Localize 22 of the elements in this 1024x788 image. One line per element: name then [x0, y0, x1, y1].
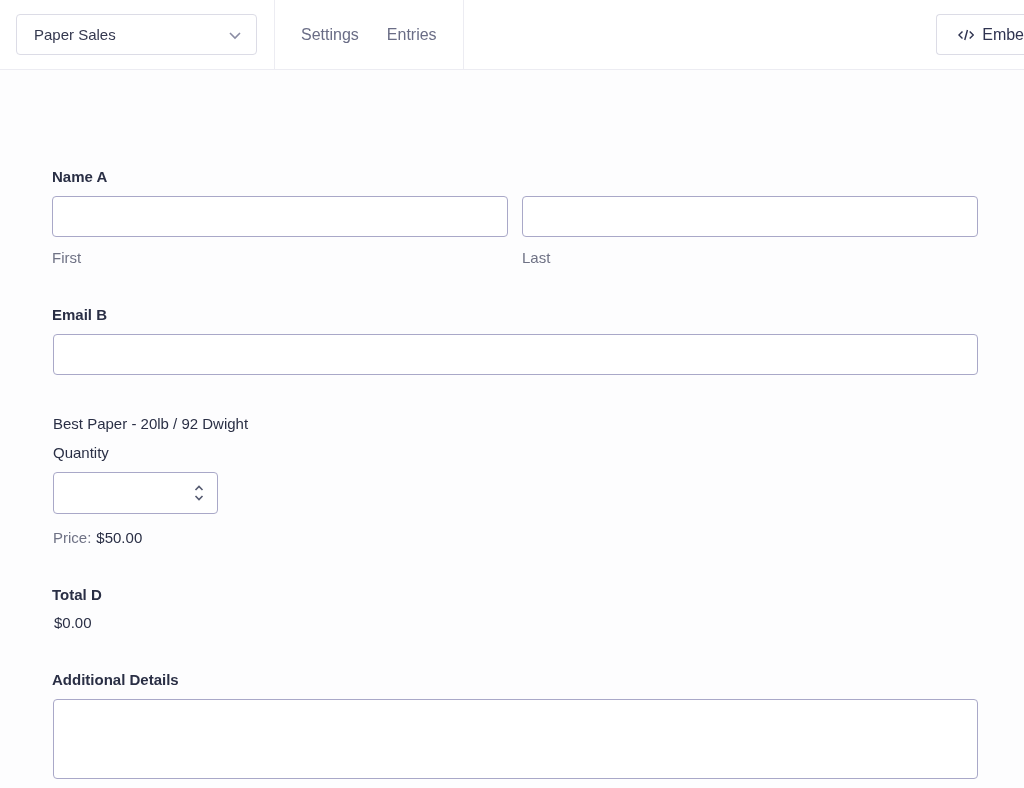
form-select[interactable]: Paper Sales: [16, 14, 257, 55]
field-sublabel: First: [52, 249, 83, 266]
quantity-field[interactable]: [53, 472, 218, 514]
input-field[interactable]: [52, 196, 508, 237]
field-sublabel: Last: [522, 249, 552, 266]
field-label: Email B: [52, 306, 109, 323]
input-field[interactable]: [53, 334, 978, 375]
product-name: Best Paper - 20lb / 92 Dwight: [53, 415, 250, 432]
embed-button[interactable]: Embe: [936, 14, 1024, 55]
field-label: Quantity: [53, 444, 110, 461]
field-label: Name A: [52, 168, 109, 185]
price-label: Price:: [53, 529, 92, 546]
total-value: $0.00: [54, 614, 93, 631]
text-area[interactable]: [53, 699, 978, 779]
code-icon: [958, 27, 975, 42]
stepper-icon: [194, 484, 204, 502]
input-field[interactable]: [522, 196, 978, 237]
price-value: $50.00: [96, 529, 143, 546]
field-label: Total D: [52, 586, 103, 603]
nav-tab[interactable]: Entries: [386, 25, 437, 44]
nav-tab[interactable]: Settings: [301, 25, 359, 44]
field-label: Additional Details: [52, 671, 180, 688]
